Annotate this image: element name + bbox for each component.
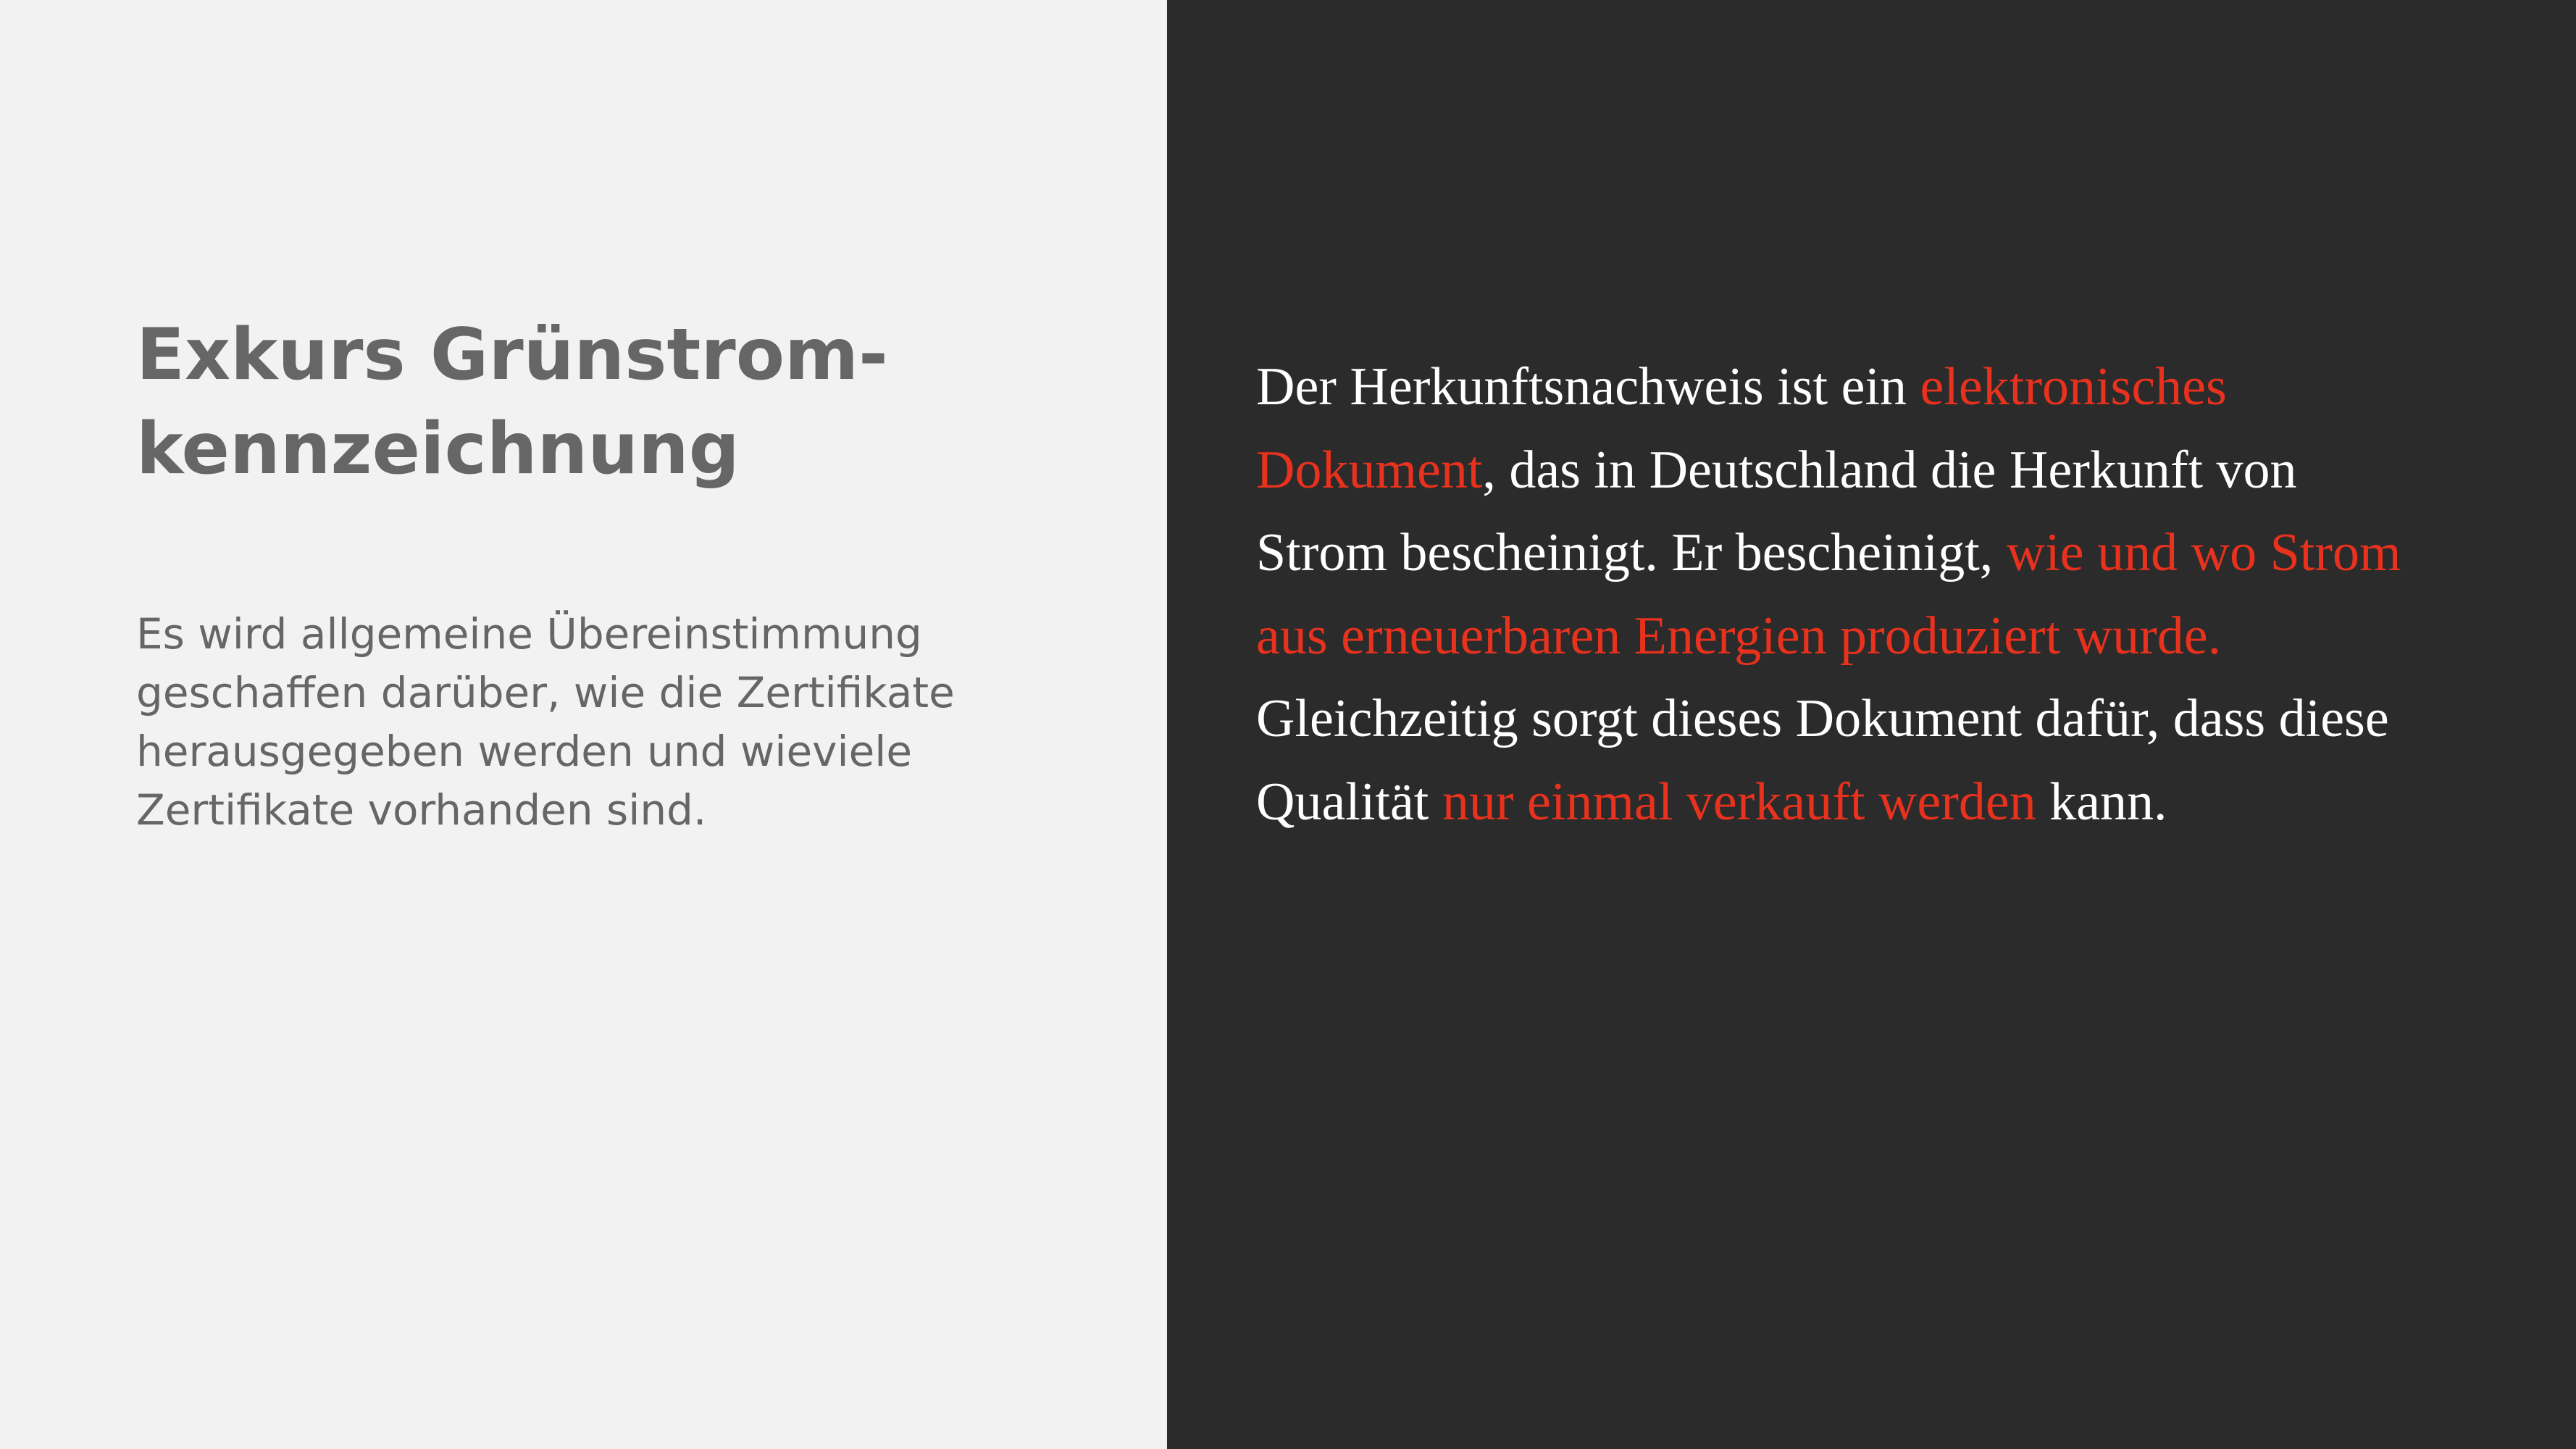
highlighted-text: nur einmal verkauft werden (1442, 772, 2036, 832)
body-line-1: Der Herkunftsnachweis ist ein elektronis… (1256, 346, 2531, 429)
slide: Exkurs Grünstrom- kennzeichnung Es wird … (0, 0, 2576, 1449)
left-panel: Exkurs Grünstrom- kennzeichnung Es wird … (0, 0, 1167, 1449)
highlighted-text: elektronisches (1920, 357, 2227, 417)
body-paragraph: Der Herkunftsnachweis ist ein elektronis… (1256, 346, 2531, 843)
body-text-segment: , das in Deutschland die Herkunft von (1482, 440, 2297, 500)
intro-line: geschaffen darüber, wie die Zertifikate (136, 668, 955, 717)
body-text-segment: Gleichzeitig sorgt dieses Dokument dafür… (1256, 689, 2389, 748)
body-line-4: aus erneuerbaren Energien produziert wur… (1256, 595, 2531, 678)
body-line-2: Dokument, das in Deutschland die Herkunf… (1256, 429, 2531, 512)
title-line-2: kennzeichnung (136, 408, 740, 490)
highlighted-text: Dokument (1256, 440, 1483, 500)
body-text-segment: kann. (2036, 772, 2167, 832)
intro-line: Zertifikate vorhanden sind. (136, 785, 707, 835)
intro-line: herausgegeben werden und wieviele (136, 727, 913, 776)
highlighted-text: wie und wo Strom (2006, 523, 2401, 582)
body-text-segment: Qualität (1256, 772, 1442, 832)
page-title: Exkurs Grünstrom- kennzeichnung (136, 308, 1078, 496)
body-line-5: Gleichzeitig sorgt dieses Dokument dafür… (1256, 677, 2531, 761)
intro-paragraph: Es wird allgemeine Übereinstimmung gesch… (136, 605, 1100, 840)
body-line-6: Qualität nur einmal verkauft werden kann… (1256, 761, 2531, 844)
intro-line: Es wird allgemeine Übereinstimmung (136, 609, 922, 659)
body-text-segment: Strom bescheinigt. Er bescheinigt, (1256, 523, 2007, 582)
highlighted-text: aus erneuerbaren Energien produziert wur… (1256, 606, 2222, 666)
body-line-3: Strom bescheinigt. Er bescheinigt, wie u… (1256, 511, 2531, 595)
body-text-segment: Der Herkunftsnachweis ist ein (1256, 357, 1920, 417)
title-line-1: Exkurs Grünstrom- (136, 314, 888, 396)
